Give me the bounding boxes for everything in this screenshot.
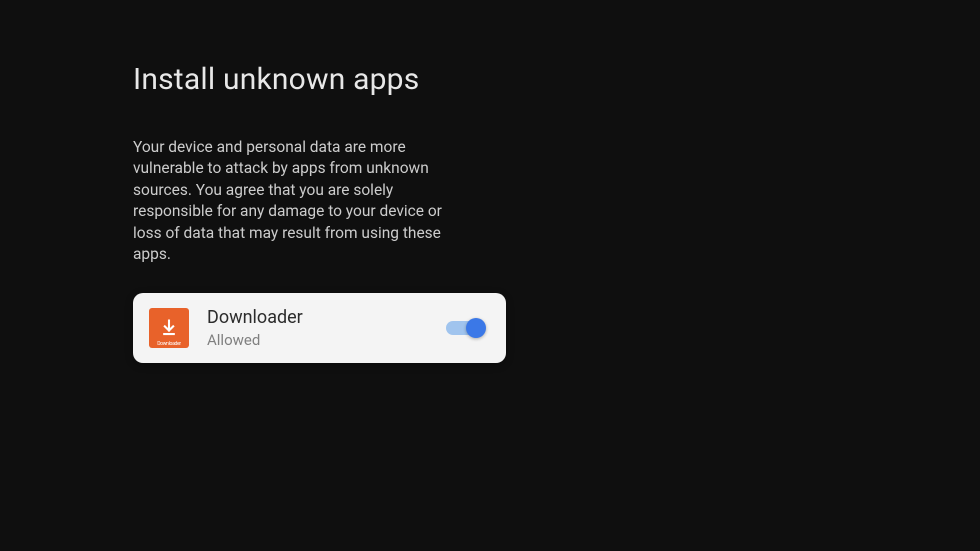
app-row-downloader[interactable]: Downloader Downloader Allowed — [133, 293, 506, 363]
app-status: Allowed — [207, 331, 446, 349]
app-name: Downloader — [207, 307, 446, 329]
download-icon: Downloader — [149, 308, 189, 348]
allow-toggle[interactable] — [446, 318, 486, 338]
app-icon-label: Downloader — [157, 341, 181, 347]
app-info: Downloader Allowed — [207, 307, 446, 349]
toggle-thumb — [466, 318, 486, 338]
warning-description: Your device and personal data are more v… — [133, 137, 460, 265]
page-title: Install unknown apps — [133, 62, 980, 97]
